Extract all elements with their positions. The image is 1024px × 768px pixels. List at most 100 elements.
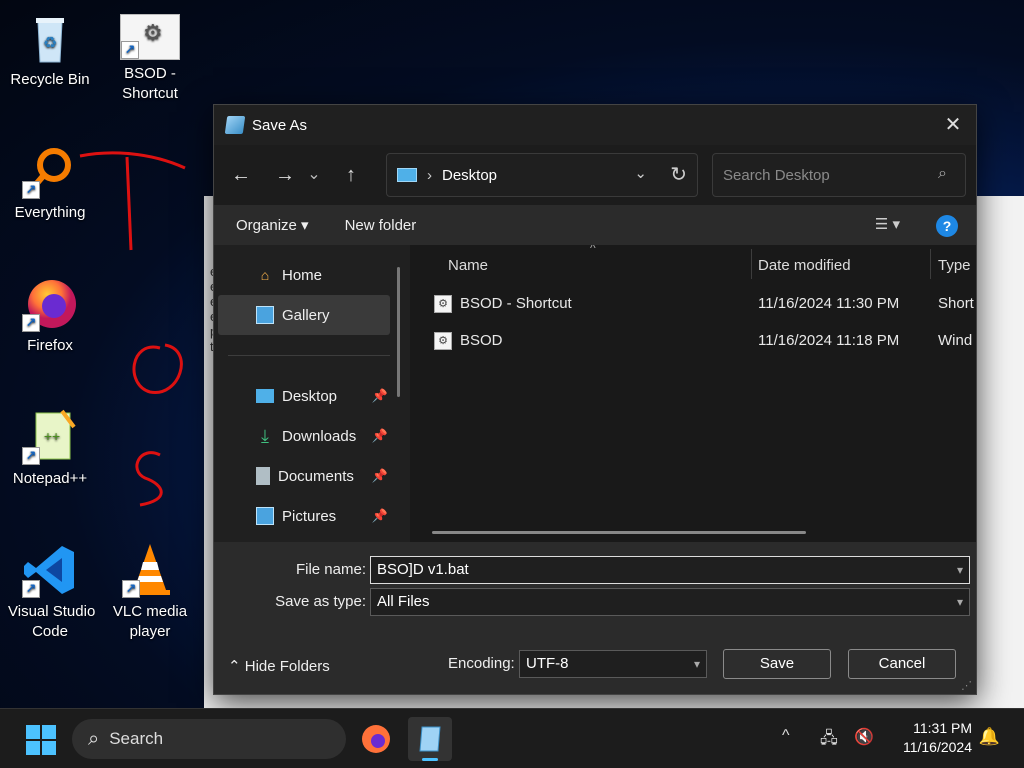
- forward-button[interactable]: →: [268, 158, 302, 192]
- clock-date: 11/16/2024: [902, 739, 972, 755]
- close-button[interactable]: ✕: [938, 111, 968, 139]
- everything-icon: ↗: [22, 143, 78, 199]
- pin-icon: 📌: [371, 468, 388, 483]
- chevron-down-icon[interactable]: ▾: [957, 557, 963, 583]
- volume-muted-icon[interactable]: 🔇: [854, 727, 874, 747]
- encoding-value: UTF-8: [526, 655, 569, 672]
- clock-time: 11:31 PM: [913, 720, 972, 736]
- nav-item-pictures[interactable]: Pictures 📌: [214, 496, 410, 536]
- dialog-body: ⌂ Home Gallery Desktop 📌 ⤓ Downloads 📌 D…: [214, 245, 976, 542]
- taskbar-notepad[interactable]: [408, 717, 452, 761]
- file-row[interactable]: ⚙ BSOD 11/16/2024 11:18 PM Wind: [410, 322, 976, 359]
- taskbar-firefox[interactable]: [354, 717, 398, 761]
- search-input[interactable]: Search Desktop ⌕: [712, 153, 966, 197]
- active-app-indicator: [422, 758, 438, 761]
- shortcut-arrow-icon: ↗: [22, 447, 40, 465]
- navigation-bar: ← → ⌄ ↑ › Desktop ⌄ ↻ Search Desktop ⌕: [214, 145, 976, 205]
- address-dropdown-button[interactable]: ⌄: [634, 164, 647, 182]
- notepad-app-icon: [419, 726, 441, 752]
- cancel-button[interactable]: Cancel: [848, 649, 956, 679]
- nav-item-label: Gallery: [282, 306, 330, 324]
- desktop-folder-icon: [397, 168, 417, 182]
- column-date-modified[interactable]: Date modified: [758, 257, 851, 274]
- desktop-icon-bsod-shortcut[interactable]: ⚙ ↗ BSOD - Shortcut: [108, 10, 192, 104]
- up-button[interactable]: ↑: [334, 158, 368, 192]
- chevron-down-icon[interactable]: ▾: [957, 589, 963, 615]
- desktop-icon-label: Notepad++: [12, 470, 88, 487]
- taskbar-search-label: Search: [109, 729, 164, 748]
- taskbar-search[interactable]: ⌕ Search: [72, 719, 346, 759]
- desktop-icon-label: VLC media player: [112, 603, 188, 640]
- nav-item-desktop[interactable]: Desktop 📌: [214, 376, 410, 416]
- desktop-icon-vscode[interactable]: ↗ Visual Studio Code: [8, 542, 95, 642]
- svg-text:++: ++: [44, 428, 60, 444]
- pictures-icon: [256, 507, 274, 525]
- tray-overflow-chevron-icon[interactable]: ^: [782, 727, 790, 745]
- view-options-button[interactable]: ☰ ▾: [875, 215, 900, 233]
- batch-file-icon: ⚙: [434, 332, 452, 350]
- recycle-bin-icon: ♻: [22, 10, 78, 66]
- nav-pane-scrollbar[interactable]: [397, 267, 400, 397]
- back-button[interactable]: ←: [224, 158, 258, 192]
- save-as-type-select[interactable]: All Files ▾: [370, 588, 970, 616]
- firefox-icon: [362, 725, 390, 753]
- vscode-icon: ↗: [22, 542, 78, 598]
- search-icon[interactable]: ⌕: [938, 165, 947, 183]
- desktop-icon: [256, 389, 274, 403]
- save-options-panel: File name: BSO]D v1.bat ▾ Save as type: …: [214, 542, 976, 694]
- encoding-select[interactable]: UTF-8 ▾: [519, 650, 707, 678]
- chevron-down-icon[interactable]: ▾: [694, 651, 700, 677]
- help-button[interactable]: ?: [936, 215, 958, 237]
- column-divider[interactable]: [930, 249, 931, 279]
- column-name[interactable]: Name: [448, 257, 488, 274]
- save-button[interactable]: Save: [723, 649, 831, 679]
- search-icon: ⌕: [88, 727, 100, 750]
- downloads-icon: ⤓: [261, 426, 269, 446]
- home-icon: ⌂: [260, 267, 270, 283]
- recent-locations-button[interactable]: ⌄: [302, 158, 326, 192]
- hide-folders-button[interactable]: ⌃ Hide Folders: [228, 657, 330, 675]
- new-folder-button[interactable]: New folder: [345, 217, 417, 234]
- svg-text:♻: ♻: [43, 35, 57, 52]
- address-location[interactable]: Desktop: [442, 167, 497, 184]
- column-type[interactable]: Type: [938, 257, 971, 274]
- shortcut-arrow-icon: ↗: [22, 314, 40, 332]
- file-name-label: File name:: [295, 561, 366, 578]
- desktop-icon-firefox[interactable]: ↗ Firefox: [8, 276, 92, 356]
- nav-separator: [228, 355, 390, 356]
- desktop-icon-vlc[interactable]: ↗ VLC media player: [108, 542, 192, 642]
- desktop-icon-recycle-bin[interactable]: ♻ Recycle Bin: [8, 10, 92, 90]
- nav-item-gallery[interactable]: Gallery: [218, 295, 390, 335]
- breadcrumb-chevron-icon: ›: [427, 166, 432, 184]
- nav-item-home[interactable]: ⌂ Home: [214, 255, 410, 295]
- desktop-icon-notepad-plus-plus[interactable]: ++ ↗ Notepad++: [8, 409, 92, 489]
- nav-item-downloads[interactable]: ⤓ Downloads 📌: [214, 416, 410, 456]
- desktop-icon-everything[interactable]: ↗ Everything: [8, 143, 92, 223]
- pin-icon: 📌: [371, 388, 388, 403]
- resize-grip-icon[interactable]: ⋰: [961, 679, 972, 692]
- network-icon[interactable]: 🖧: [820, 727, 838, 754]
- file-list: ^ Name Date modified Type ⚙ BSOD - Short…: [410, 245, 976, 542]
- notepad-plus-plus-icon: ++ ↗: [22, 409, 78, 465]
- nav-item-label: Downloads: [282, 427, 357, 445]
- nav-item-documents[interactable]: Documents 📌: [214, 456, 410, 496]
- notifications-bell-icon[interactable]: 🔔: [979, 727, 1000, 747]
- file-list-horizontal-scrollbar[interactable]: [432, 531, 806, 534]
- shortcut-arrow-icon: ↗: [121, 41, 139, 59]
- organize-button[interactable]: Organize ▾: [236, 216, 309, 234]
- column-divider[interactable]: [751, 249, 752, 279]
- nav-item-label: Desktop: [282, 387, 338, 405]
- dialog-title: Save As: [252, 116, 308, 134]
- shortcut-arrow-icon: ↗: [122, 580, 140, 598]
- file-row[interactable]: ⚙ BSOD - Shortcut 11/16/2024 11:30 PM Sh…: [410, 285, 976, 322]
- start-button[interactable]: [26, 725, 56, 755]
- desktop-icon-label: Firefox: [27, 337, 73, 354]
- file-name-value: BSO]D v1.bat: [377, 561, 469, 578]
- file-name-input[interactable]: BSO]D v1.bat ▾: [370, 556, 970, 584]
- windows-logo-icon: [26, 725, 40, 739]
- bat-file-icon: ⚙ ↗: [120, 14, 180, 60]
- refresh-button[interactable]: ↻: [670, 162, 687, 187]
- nav-item-label: Documents: [278, 467, 354, 485]
- address-bar[interactable]: › Desktop ⌄ ↻: [386, 153, 698, 197]
- system-clock[interactable]: 11:31 PM 11/16/2024: [903, 719, 972, 757]
